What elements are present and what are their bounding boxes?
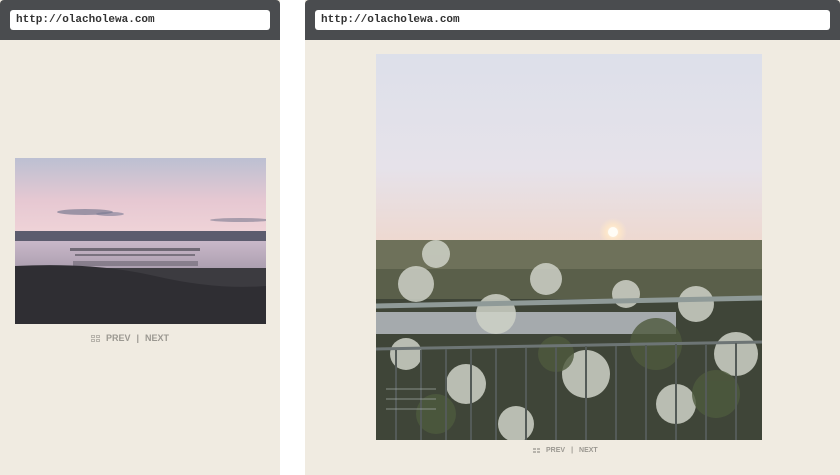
browser-window-right: http://olacholewa.com PREV | NEXT <box>305 0 840 475</box>
gallery-nav: PREV | NEXT <box>91 333 169 343</box>
prev-link[interactable]: PREV <box>546 447 565 454</box>
sunset-photo-image <box>376 54 762 440</box>
browser-toolbar: http://olacholewa.com <box>305 0 840 40</box>
nav-separator: | <box>136 333 140 343</box>
gallery-nav: PREV | NEXT <box>533 447 598 454</box>
browser-toolbar: http://olacholewa.com <box>0 0 280 40</box>
next-link[interactable]: NEXT <box>145 333 169 343</box>
prev-link[interactable]: PREV <box>106 333 131 343</box>
address-bar[interactable]: http://olacholewa.com <box>10 10 270 30</box>
nav-separator: | <box>571 447 574 454</box>
beach-photo-image <box>15 158 266 324</box>
address-bar[interactable]: http://olacholewa.com <box>315 10 830 30</box>
browser-window-left: http://olacholewa.com PREV | NEXT <box>0 0 280 475</box>
sunset-balcony-photo[interactable] <box>376 54 762 440</box>
next-link[interactable]: NEXT <box>579 447 598 454</box>
grid-view-icon[interactable] <box>533 448 540 453</box>
grid-view-icon[interactable] <box>91 334 100 342</box>
beach-birds-photo[interactable] <box>15 158 266 324</box>
